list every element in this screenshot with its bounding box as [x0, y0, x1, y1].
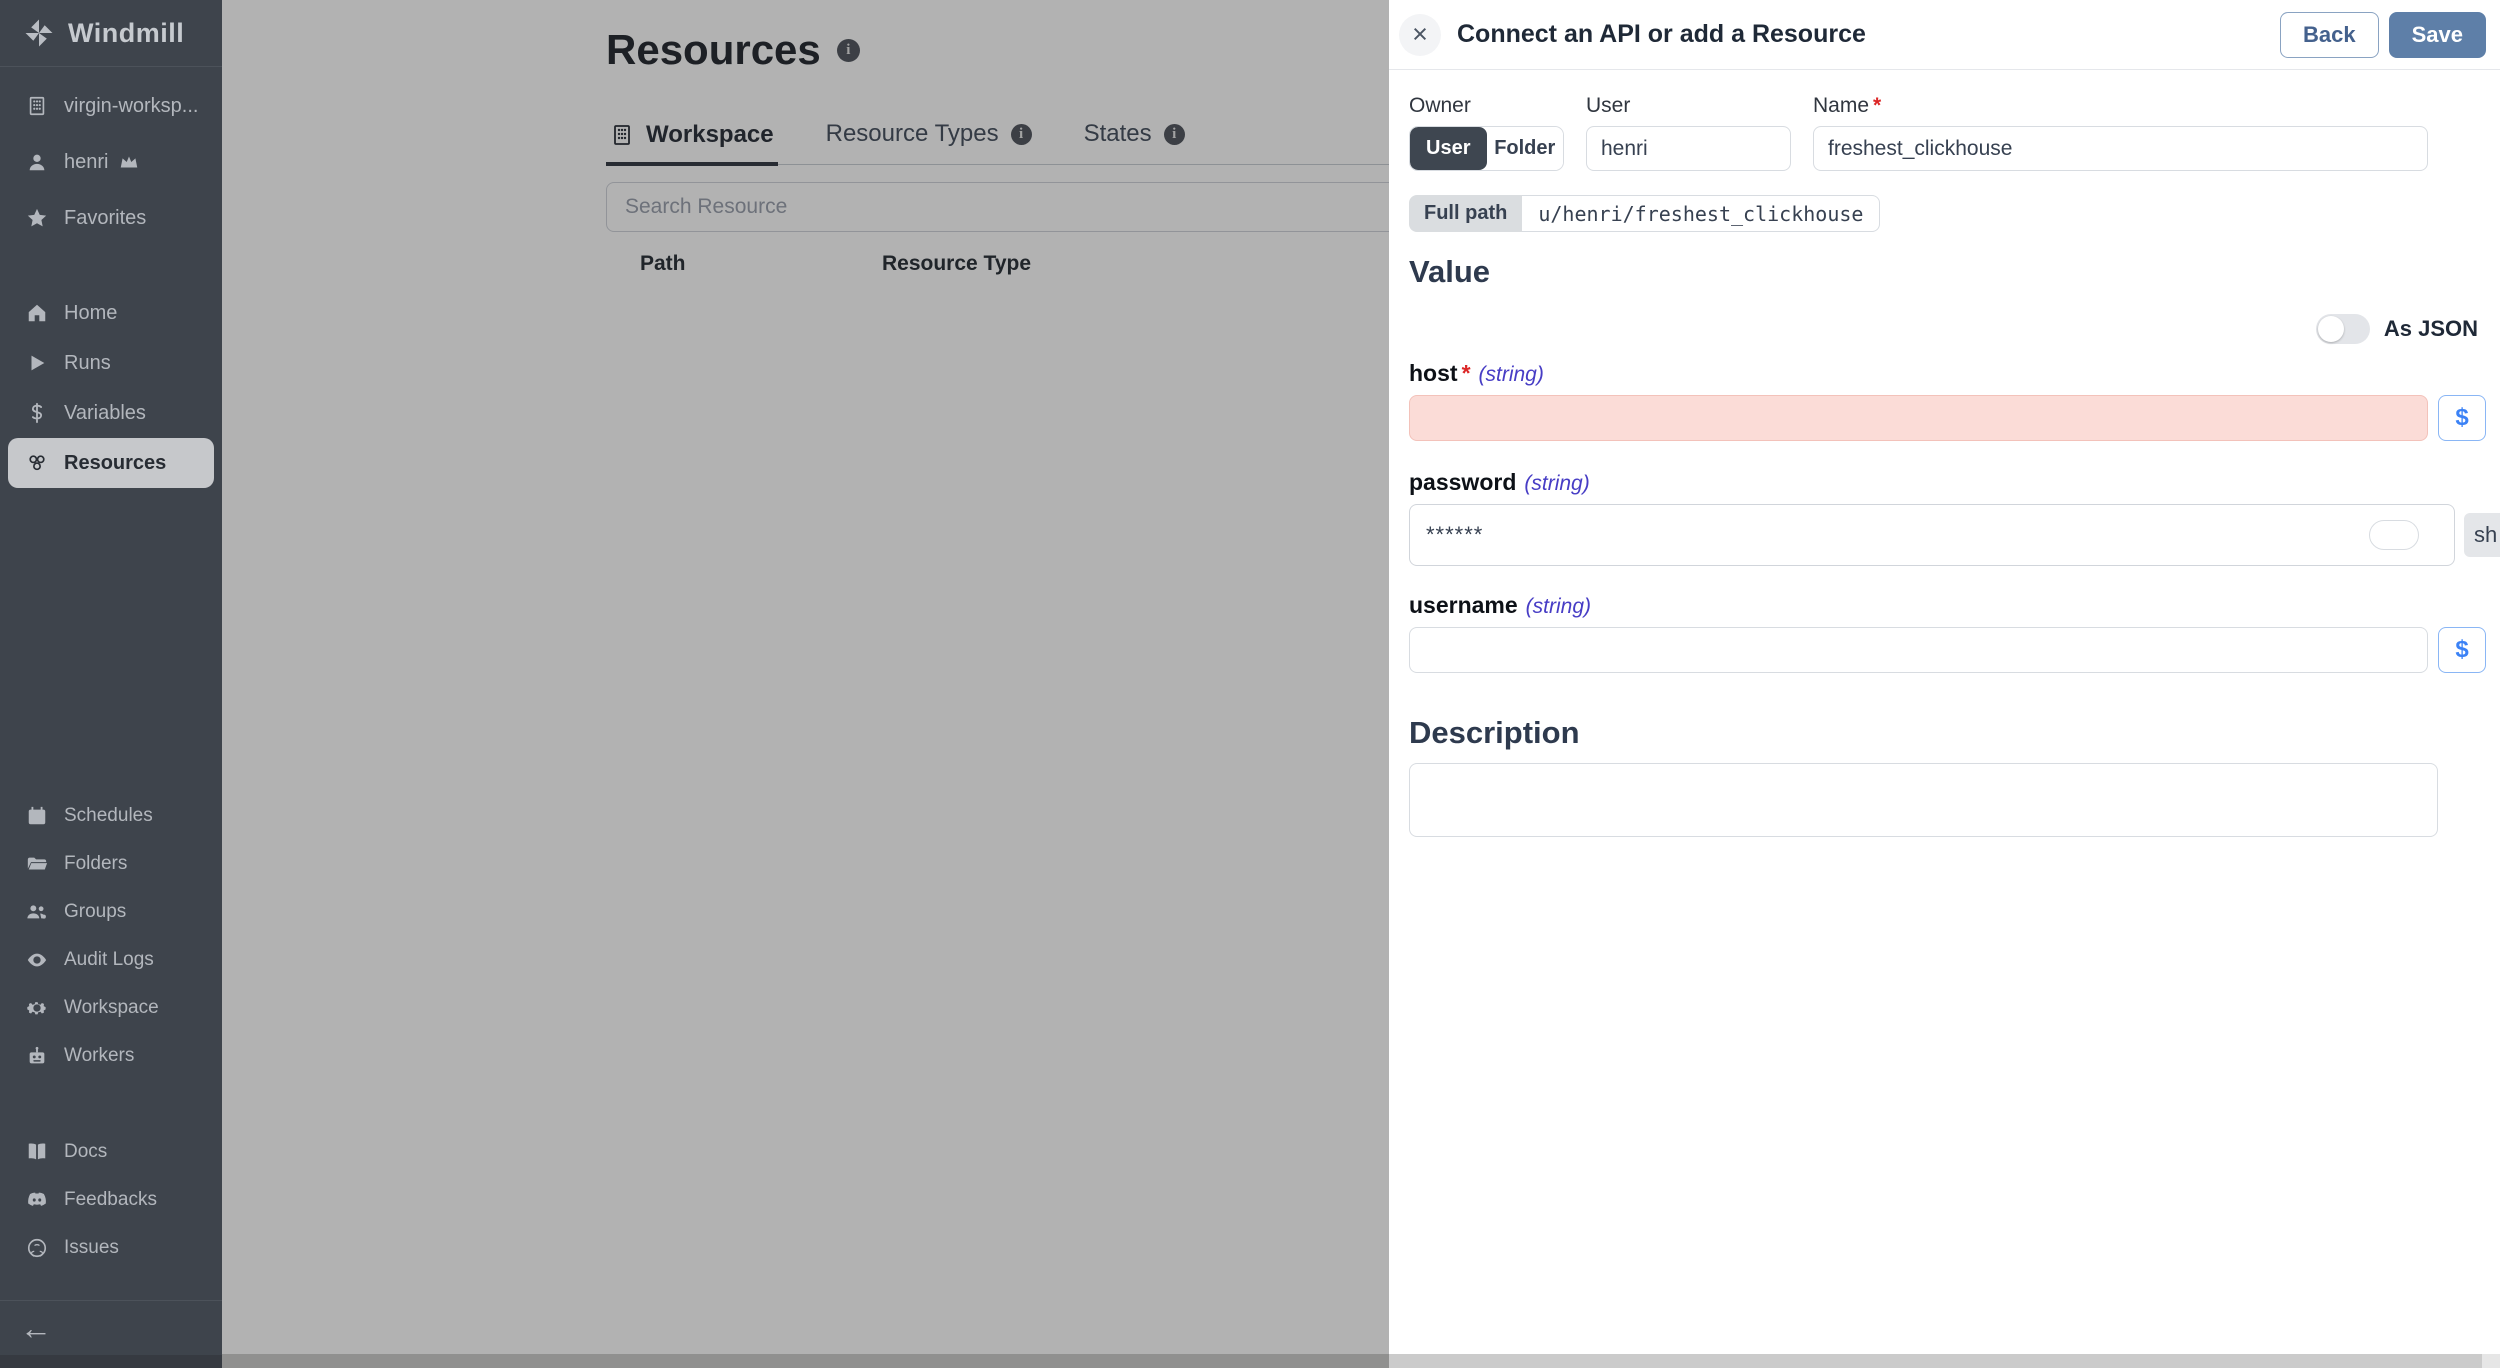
workspace-name: virgin-worksp... [64, 94, 199, 117]
value-heading: Value [1409, 254, 1490, 289]
user-label: User [1586, 94, 1631, 117]
sidebar-item-schedules[interactable]: Schedules [0, 792, 222, 840]
username-field[interactable] [1409, 627, 2428, 673]
password-box: sh [1409, 504, 2500, 566]
save-button[interactable]: Save [2388, 11, 2486, 58]
username-type-hint: (string) [1525, 595, 1592, 618]
sidebar-item-folders[interactable]: Folders [0, 840, 222, 888]
user-menu[interactable]: henri [0, 134, 222, 190]
back-button[interactable]: Back [2280, 11, 2379, 58]
eye-icon [27, 953, 47, 967]
owner-toggle: User Folder [1409, 126, 1564, 171]
full-path-label: Full path [1409, 195, 1523, 232]
required-asterisk: * [1873, 94, 1882, 117]
description-heading: Description [1409, 715, 1580, 750]
sidebar-item-feedbacks[interactable]: Feedbacks [0, 1176, 222, 1224]
building-icon [29, 96, 45, 116]
modal-overlay[interactable] [222, 0, 1389, 1368]
calendar-icon [28, 806, 46, 825]
users-icon [27, 905, 46, 919]
host-field[interactable] [1409, 395, 2428, 441]
sidebar-item-audit-logs[interactable]: Audit Logs [0, 936, 222, 984]
sidebar-item-groups[interactable]: Groups [0, 888, 222, 936]
drawer-header: × Connect an API or add a Resource Back … [1389, 0, 2500, 70]
sidebar-item-workspace-settings[interactable]: Workspace [0, 984, 222, 1032]
username-field-label: username [1409, 592, 1518, 618]
sidebar-bottom-strip [0, 1355, 222, 1368]
user-field[interactable] [1586, 126, 1791, 171]
sidebar-item-docs[interactable]: Docs [0, 1128, 222, 1176]
password-field[interactable] [1410, 505, 2334, 565]
toggle-knob [2317, 316, 2344, 342]
name-label: Name * [1813, 94, 1882, 117]
book-icon [28, 1143, 46, 1160]
sidebar-item-issues[interactable]: Issues [0, 1224, 222, 1272]
crown-icon [121, 156, 138, 168]
owner-option-folder[interactable]: Folder [1486, 127, 1563, 170]
collapse-sidebar-button[interactable]: ← [20, 1312, 52, 1344]
password-field-label: password [1409, 469, 1517, 495]
password-inline-pill[interactable] [2369, 520, 2419, 550]
divider [0, 1300, 222, 1301]
as-json-toggle[interactable] [2315, 314, 2370, 344]
divider [0, 66, 222, 67]
drawer-horizontal-scrollbar[interactable] [1389, 1354, 2482, 1368]
windmill-logo-icon [25, 19, 53, 47]
play-icon [31, 355, 45, 371]
sidebar: Windmill virgin-worksp... henri Favorite… [0, 0, 222, 1368]
description-field[interactable] [1409, 763, 2438, 837]
sidebar-item-variables[interactable]: Variables [0, 388, 222, 438]
discord-icon [28, 1192, 46, 1206]
password-type-hint: (string) [1524, 472, 1590, 495]
user-icon [29, 154, 45, 171]
sidebar-item-favorites[interactable]: Favorites [0, 190, 222, 246]
user-name: henri [64, 150, 109, 173]
drawer-title: Connect an API or add a Resource [1457, 20, 1866, 48]
cubes-icon [29, 455, 45, 471]
required-asterisk: * [1461, 360, 1471, 386]
add-resource-drawer: × Connect an API or add a Resource Back … [1389, 0, 2500, 1368]
host-type-hint: (string) [1478, 363, 1544, 386]
scrollbar-corner [2482, 1354, 2500, 1368]
name-field[interactable] [1813, 126, 2428, 171]
app-title: Windmill [68, 17, 185, 48]
sidebar-item-resources[interactable]: Resources [8, 438, 214, 488]
robot-icon [29, 1046, 45, 1064]
host-field-label: host * [1409, 360, 1471, 386]
star-icon [27, 208, 47, 227]
sidebar-item-home[interactable]: Home [0, 288, 222, 338]
full-path-value: u/henri/freshest_clickhouse [1522, 195, 1881, 232]
github-icon [27, 1238, 47, 1258]
full-path: Full path u/henri/freshest_clickhouse [1409, 195, 1881, 232]
sidebar-item-runs[interactable]: Runs [0, 338, 222, 388]
owner-label: Owner [1409, 94, 1471, 117]
owner-option-user[interactable]: User [1410, 127, 1487, 170]
folder-icon [27, 857, 48, 870]
sidebar-item-workers[interactable]: Workers [0, 1032, 222, 1080]
close-icon[interactable]: × [1399, 13, 1441, 56]
workspace-selector[interactable]: virgin-worksp... [0, 78, 222, 134]
insert-variable-button[interactable]: $ [2438, 627, 2486, 673]
dollar-icon [31, 402, 43, 424]
as-json-label: As JSON [2383, 316, 2478, 341]
home-icon [28, 304, 46, 322]
app-logo[interactable]: Windmill [0, 0, 222, 66]
show-password-button[interactable]: sh [2464, 513, 2500, 557]
insert-variable-button[interactable]: $ [2438, 395, 2486, 441]
gear-icon [27, 1002, 46, 1015]
